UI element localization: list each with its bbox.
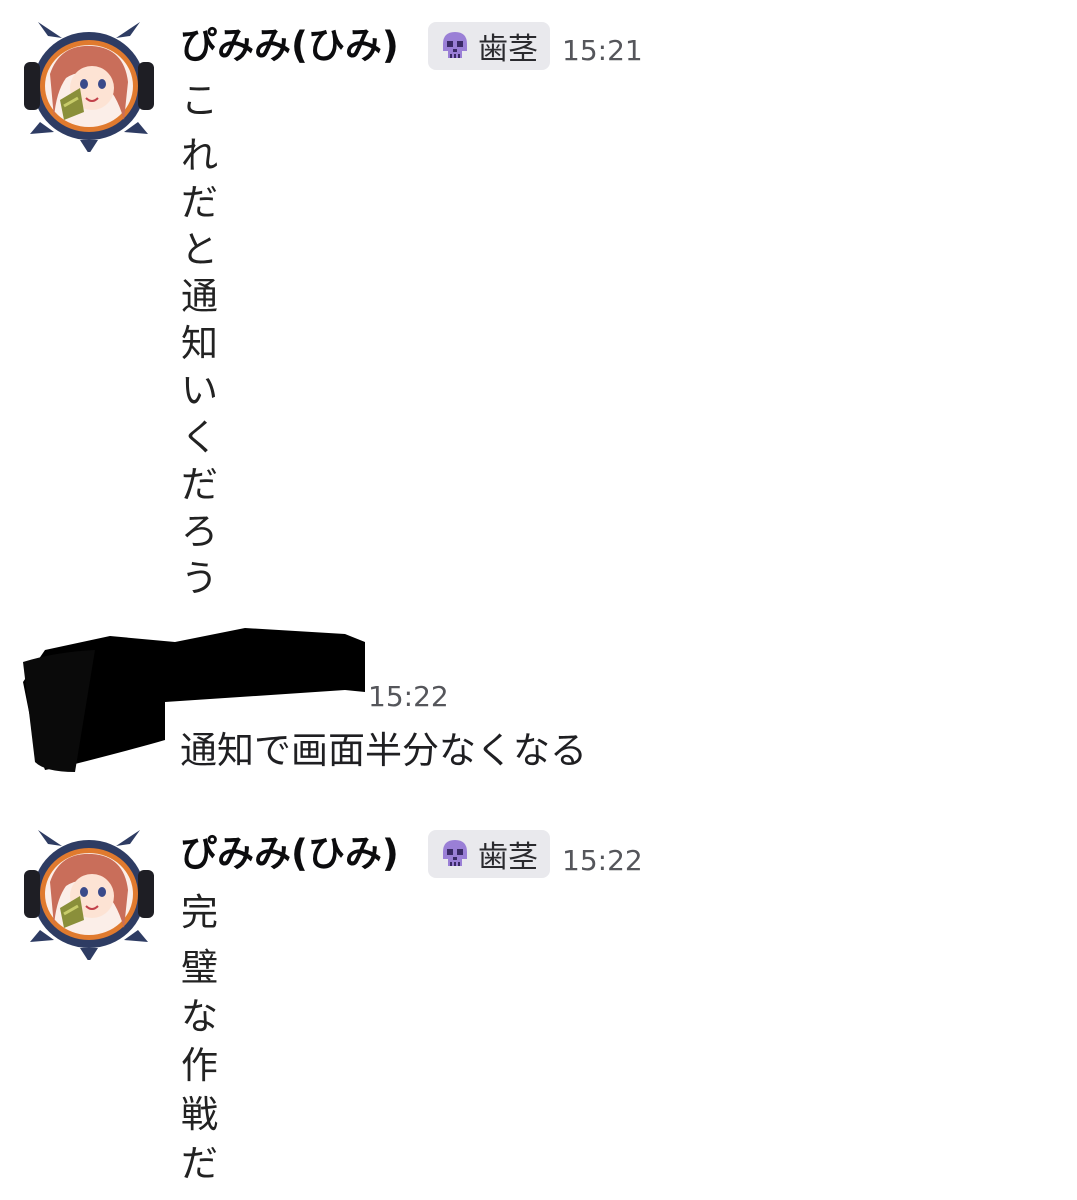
message-char: だ [181,181,218,224]
avatar[interactable] [20,22,158,154]
message-char: 璧 [181,946,218,989]
message-char: れ [181,134,218,177]
message-char: こ [181,79,218,122]
avatar-image [24,830,154,962]
role-badge[interactable]: 歯茎 [428,22,550,70]
message-char: い [181,369,218,412]
skull-icon [443,840,467,866]
role-name: 歯茎 [478,840,538,875]
message-char: 通 [181,275,218,318]
avatar[interactable] [20,830,158,962]
role-badge[interactable]: 歯茎 [428,830,550,878]
message-char: く [181,416,218,459]
message-text: こ れ だ と 通 知 い く だ ろ う [181,82,218,597]
message-text: 通知で画面半分なくなる [180,729,587,772]
timestamp: 15:22 [562,844,643,877]
timestamp: 15:22 [368,680,449,713]
username[interactable]: ぴみみ(ひみ) [180,832,399,876]
message-char: だ [181,1142,218,1185]
message-char: う [181,557,218,600]
role-name: 歯茎 [478,32,538,67]
avatar-image [24,22,154,154]
message-char: だ [181,463,218,506]
message-char: 完 [181,891,218,934]
username[interactable]: ぴみみ(ひみ) [180,24,399,68]
skull-icon [443,32,467,58]
timestamp: 15:21 [562,34,643,67]
message-char: と [181,228,218,271]
message-char: 知 [181,322,218,365]
message-char: な [181,995,218,1038]
message-char: 戦 [181,1093,218,1136]
message-char: 作 [181,1044,218,1087]
message-char: ろ [181,510,218,553]
message-text: 完 璧 な 作 戦 だ [181,894,218,1182]
